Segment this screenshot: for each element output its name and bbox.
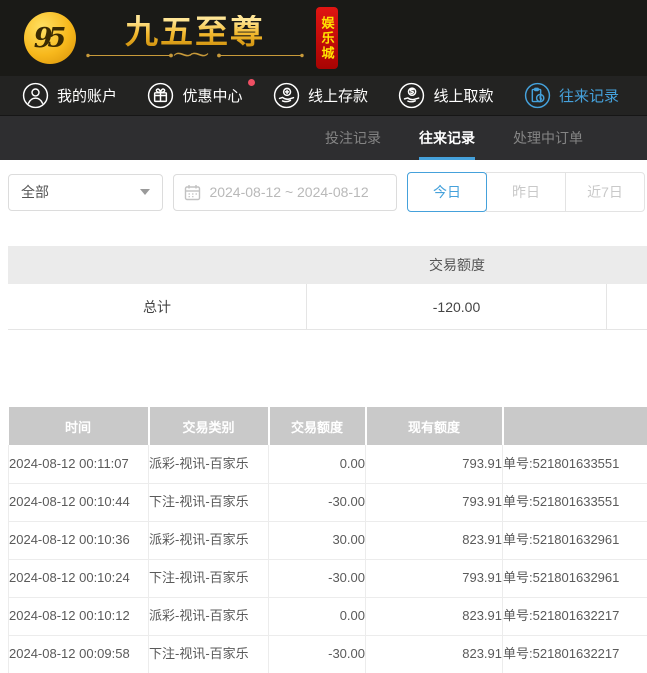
quick-date-button[interactable]: 今日 [407,172,487,212]
nav-item-label: 线上取款 [433,88,494,105]
brand-monogram-icon: 95 [24,12,76,64]
cell-time: 2024-08-12 00:11:07 [8,445,149,484]
cell-type: 派彩-视讯-百家乐 [148,521,269,560]
filter-bar: 全部 2024-08-12 ~ 2024-08-12 今日 昨日 近7日 [0,160,647,224]
brand-name: 九五至尊 [125,12,265,50]
main-nav: 我的账户 优惠中心 线上存款 线上取款 往来记录 [0,76,647,116]
cell-time: 2024-08-12 00:09:58 [8,635,149,673]
record-tab[interactable]: 投注记录 [325,116,381,160]
date-range-value: 2024-08-12 ~ 2024-08-12 [209,184,369,200]
nav-item-label: 往来记录 [558,88,619,105]
deposit-icon [273,82,300,109]
withdraw-icon [398,82,425,109]
quick-date-button[interactable]: 近7日 [565,172,645,212]
table-row[interactable]: 2024-08-12 00:10:44 下注-视讯-百家乐 -30.00 793… [8,483,647,522]
cell-balance: 823.91 [365,597,503,636]
records-table: 时间 交易类别 交易额度 现有额度 2024-08-12 00:11:07 派彩-视讯… [8,407,647,673]
gift-icon [147,82,174,109]
records-body: 2024-08-12 00:11:07 派彩-视讯-百家乐 0.00 793.9… [8,445,647,673]
summary-table: 交易额度 总计 -120.00 [8,246,647,330]
cell-balance: 793.91 [365,445,503,484]
summary-total-value: -120.00 [307,284,607,329]
table-row[interactable]: 2024-08-12 00:10:24 下注-视讯-百家乐 -30.00 793… [8,559,647,598]
cell-amount: 30.00 [268,521,366,560]
table-row[interactable]: 2024-08-12 00:10:12 派彩-视讯-百家乐 0.00 823.9… [8,597,647,636]
quick-date-group: 今日 昨日 近7日 [407,172,645,212]
chevron-down-icon [140,189,151,195]
record-tabs: 投注记录 往来记录 处理中订单 [0,116,647,160]
cell-type: 派彩-视讯-百家乐 [148,445,269,484]
cell-type: 下注-视讯-百家乐 [148,559,269,598]
cell-time: 2024-08-12 00:10:24 [8,559,149,598]
summary-total-label: 总计 [8,284,307,329]
cell-amount: -30.00 [268,635,366,673]
nav-item-label: 我的账户 [57,88,118,105]
top-logo-bar: 95 九五至尊 娱乐城 [0,0,647,76]
cell-type: 下注-视讯-百家乐 [148,635,269,673]
cell-order: 单号:521801633551 [502,445,647,484]
cell-type: 派彩-视讯-百家乐 [148,597,269,636]
user-icon [22,82,49,109]
record-tab[interactable]: 处理中订单 [513,116,583,160]
table-row[interactable]: 2024-08-12 00:11:07 派彩-视讯-百家乐 0.00 793.9… [8,445,647,484]
nav-item-deposit[interactable]: 线上存款 [273,82,368,109]
column-header: 交易类别 [148,407,270,445]
cell-order: 单号:521801633551 [502,483,647,522]
cell-order: 单号:521801632217 [502,597,647,636]
column-header: 时间 [8,407,150,445]
nav-item-label: 线上存款 [307,88,368,105]
brand-logo[interactable]: 95 九五至尊 娱乐城 [24,7,338,69]
column-header [502,407,647,445]
notification-dot [247,79,255,86]
category-select-value: 全部 [21,184,49,200]
nav-item-label: 优惠中心 [182,88,243,105]
column-header: 交易额度 [268,407,367,445]
cell-order: 单号:521801632961 [502,521,647,560]
cell-amount: -30.00 [268,559,366,598]
summary-amount-header: 交易额度 [429,257,485,273]
table-row[interactable]: 2024-08-12 00:09:58 下注-视讯-百家乐 -30.00 823… [8,635,647,673]
calendar-icon [185,184,201,200]
records-icon [524,82,551,109]
table-row[interactable]: 2024-08-12 00:10:36 派彩-视讯-百家乐 30.00 823.… [8,521,647,560]
cell-order: 单号:521801632961 [502,559,647,598]
record-tab[interactable]: 往来记录 [419,116,475,160]
nav-item-withdraw[interactable]: 线上取款 [398,82,493,109]
quick-date-button[interactable]: 昨日 [486,172,566,212]
cell-balance: 793.91 [365,483,503,522]
summary-total-row: 总计 -120.00 [8,284,647,330]
nav-item-records[interactable]: 往来记录 [524,82,619,109]
cell-order: 单号:521801632217 [502,635,647,673]
category-select[interactable]: 全部 [8,173,164,211]
date-range-input[interactable]: 2024-08-12 ~ 2024-08-12 [173,173,397,211]
cell-balance: 793.91 [365,559,503,598]
cell-type: 下注-视讯-百家乐 [148,483,269,522]
cell-amount: 0.00 [268,597,366,636]
nav-item-gift[interactable]: 优惠中心 [147,79,255,109]
cell-amount: -30.00 [268,483,366,522]
cell-amount: 0.00 [268,445,366,484]
column-header: 现有额度 [365,407,504,445]
cell-time: 2024-08-12 00:10:36 [8,521,149,560]
records-header-row: 时间 交易类别 交易额度 现有额度 [8,407,647,445]
nav-item-user[interactable]: 我的账户 [22,82,117,109]
cell-time: 2024-08-12 00:10:44 [8,483,149,522]
cell-time: 2024-08-12 00:10:12 [8,597,149,636]
cell-balance: 823.91 [365,521,503,560]
summary-header-row: 交易额度 [8,246,647,284]
cell-balance: 823.91 [365,635,503,673]
brand-badge: 娱乐城 [316,7,338,69]
flourish-icon [86,52,304,58]
